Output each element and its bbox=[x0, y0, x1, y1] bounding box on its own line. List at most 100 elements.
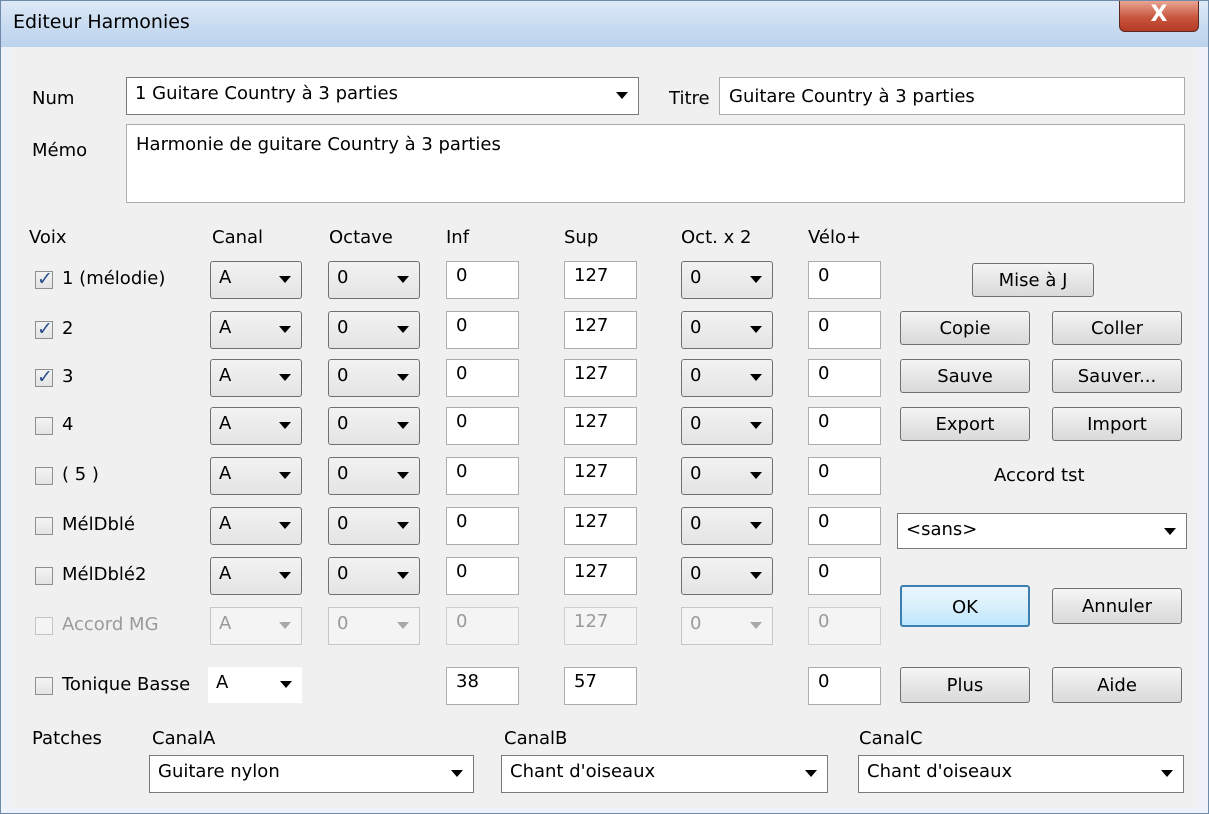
inf-field-voice-2[interactable]: 0 bbox=[446, 311, 519, 349]
accord-tst-value: <sans> bbox=[906, 519, 978, 540]
tonique-sup-field[interactable]: 57 bbox=[564, 667, 637, 705]
checkbox-voice-1[interactable] bbox=[35, 268, 53, 290]
sup-field-voice-5[interactable]: 127 bbox=[564, 457, 637, 495]
canal-select-voice-2[interactable]: A bbox=[210, 311, 302, 349]
octave-value: 0 bbox=[337, 513, 349, 534]
octave-select-voice-4[interactable]: 0 bbox=[328, 407, 420, 445]
mise-a-j-button[interactable]: Mise à J bbox=[972, 263, 1094, 297]
oct-x2-value: 0 bbox=[690, 563, 702, 584]
velo-field-voice-5[interactable]: 0 bbox=[808, 457, 881, 495]
close-button[interactable]: X bbox=[1119, 1, 1199, 32]
canal-value: A bbox=[219, 365, 232, 386]
dropdown-arrow-icon bbox=[397, 326, 409, 333]
copie-button[interactable]: Copie bbox=[900, 311, 1030, 345]
oct-x2-value: 0 bbox=[690, 413, 702, 434]
sup-field-voice-4[interactable]: 127 bbox=[564, 407, 637, 445]
canal-select-voice-4[interactable]: A bbox=[210, 407, 302, 445]
oct-x2-select-voice-2[interactable]: 0 bbox=[681, 311, 773, 349]
checkbox-voice-5[interactable] bbox=[35, 467, 53, 485]
velo-field-voice-7[interactable]: 0 bbox=[808, 557, 881, 595]
header-voix: Voix bbox=[29, 227, 67, 248]
aide-button[interactable]: Aide bbox=[1052, 667, 1182, 703]
tonique-canal-select[interactable]: A bbox=[208, 667, 302, 703]
octave-select-voice-2[interactable]: 0 bbox=[328, 311, 420, 349]
canal-value: A bbox=[219, 513, 232, 534]
header-velo: Vélo+ bbox=[808, 227, 862, 248]
inf-field-voice-7[interactable]: 0 bbox=[446, 557, 519, 595]
num-select[interactable]: 1 Guitare Country à 3 parties bbox=[126, 77, 639, 115]
octave-select-voice-1[interactable]: 0 bbox=[328, 261, 420, 299]
oct-x2-select-voice-6[interactable]: 0 bbox=[681, 507, 773, 545]
canal-a-patch-select[interactable]: Guitare nylon bbox=[149, 755, 474, 793]
inf-field-voice-5[interactable]: 0 bbox=[446, 457, 519, 495]
octave-value: 0 bbox=[337, 365, 349, 386]
canal-c-patch-value: Chant d'oiseaux bbox=[867, 761, 1013, 782]
checkbox-voice-6[interactable] bbox=[35, 517, 53, 535]
inf-field-voice-4[interactable]: 0 bbox=[446, 407, 519, 445]
annuler-button[interactable]: Annuler bbox=[1052, 588, 1182, 624]
sup-field-voice-3[interactable]: 127 bbox=[564, 359, 637, 397]
sup-field-voice-6[interactable]: 127 bbox=[564, 507, 637, 545]
canal-select-voice-5[interactable]: A bbox=[210, 457, 302, 495]
canal-c-patch-select[interactable]: Chant d'oiseaux bbox=[858, 755, 1184, 793]
oct-x2-value: 0 bbox=[690, 513, 702, 534]
dropdown-arrow-icon bbox=[451, 770, 463, 777]
header-oct-x2: Oct. x 2 bbox=[681, 227, 752, 248]
oct-x2-select-voice-7[interactable]: 0 bbox=[681, 557, 773, 595]
canal-value: A bbox=[219, 413, 232, 434]
tonique-inf-field[interactable]: 38 bbox=[446, 667, 519, 705]
checkbox-voice-3[interactable] bbox=[35, 366, 53, 388]
dropdown-arrow-icon bbox=[397, 374, 409, 381]
octave-value: 0 bbox=[337, 413, 349, 434]
import-button[interactable]: Import bbox=[1052, 407, 1182, 441]
inf-field-voice-3[interactable]: 0 bbox=[446, 359, 519, 397]
titre-field[interactable]: Guitare Country à 3 parties bbox=[719, 77, 1185, 115]
dropdown-arrow-icon bbox=[750, 622, 762, 629]
ok-button[interactable]: OK bbox=[900, 585, 1030, 627]
canal-value: A bbox=[219, 267, 232, 288]
dropdown-arrow-icon bbox=[1161, 770, 1173, 777]
canal-select-voice-7[interactable]: A bbox=[210, 557, 302, 595]
accord-tst-select[interactable]: <sans> bbox=[897, 513, 1187, 549]
canal-a-label: CanalA bbox=[152, 728, 216, 749]
octave-select-voice-6[interactable]: 0 bbox=[328, 507, 420, 545]
oct-x2-select-voice-5[interactable]: 0 bbox=[681, 457, 773, 495]
plus-button[interactable]: Plus bbox=[900, 667, 1030, 703]
canal-select-voice-1[interactable]: A bbox=[210, 261, 302, 299]
checkbox-voice-2[interactable] bbox=[35, 318, 53, 340]
sup-field-voice-7[interactable]: 127 bbox=[564, 557, 637, 595]
octave-select-voice-3[interactable]: 0 bbox=[328, 359, 420, 397]
canal-select-voice-6[interactable]: A bbox=[210, 507, 302, 545]
velo-field-voice-1[interactable]: 0 bbox=[808, 261, 881, 299]
oct-x2-select-voice-4[interactable]: 0 bbox=[681, 407, 773, 445]
oct-x2-select-voice-3[interactable]: 0 bbox=[681, 359, 773, 397]
export-button[interactable]: Export bbox=[900, 407, 1030, 441]
velo-field-voice-6[interactable]: 0 bbox=[808, 507, 881, 545]
inf-field-voice-1[interactable]: 0 bbox=[446, 261, 519, 299]
checkbox-tonique-basse[interactable] bbox=[35, 677, 53, 695]
octave-select-voice-7[interactable]: 0 bbox=[328, 557, 420, 595]
velo-field-voice-3[interactable]: 0 bbox=[808, 359, 881, 397]
oct-x2-select-voice-1[interactable]: 0 bbox=[681, 261, 773, 299]
sauver-button[interactable]: Sauver... bbox=[1052, 359, 1182, 393]
memo-field[interactable]: Harmonie de guitare Country à 3 parties bbox=[126, 124, 1185, 203]
sup-field-voice-2[interactable]: 127 bbox=[564, 311, 637, 349]
canal-b-patch-select[interactable]: Chant d'oiseaux bbox=[501, 755, 828, 793]
row-label-voice-1: 1 (mélodie) bbox=[62, 268, 166, 289]
dialog-body: Num 1 Guitare Country à 3 parties Titre … bbox=[11, 47, 1198, 807]
checkbox-voice-7[interactable] bbox=[35, 567, 53, 585]
velo-field-voice-8: 0 bbox=[808, 607, 881, 645]
tonique-velo-field[interactable]: 0 bbox=[808, 667, 881, 705]
inf-field-voice-6[interactable]: 0 bbox=[446, 507, 519, 545]
velo-field-voice-4[interactable]: 0 bbox=[808, 407, 881, 445]
velo-field-voice-2[interactable]: 0 bbox=[808, 311, 881, 349]
sup-field-voice-1[interactable]: 127 bbox=[564, 261, 637, 299]
coller-button[interactable]: Coller bbox=[1052, 311, 1182, 345]
canal-select-voice-3[interactable]: A bbox=[210, 359, 302, 397]
dropdown-arrow-icon bbox=[750, 276, 762, 283]
sauve-button[interactable]: Sauve bbox=[900, 359, 1030, 393]
octave-select-voice-5[interactable]: 0 bbox=[328, 457, 420, 495]
octave-value: 0 bbox=[337, 317, 349, 338]
canal-b-label: CanalB bbox=[504, 728, 568, 749]
checkbox-voice-4[interactable] bbox=[35, 417, 53, 435]
